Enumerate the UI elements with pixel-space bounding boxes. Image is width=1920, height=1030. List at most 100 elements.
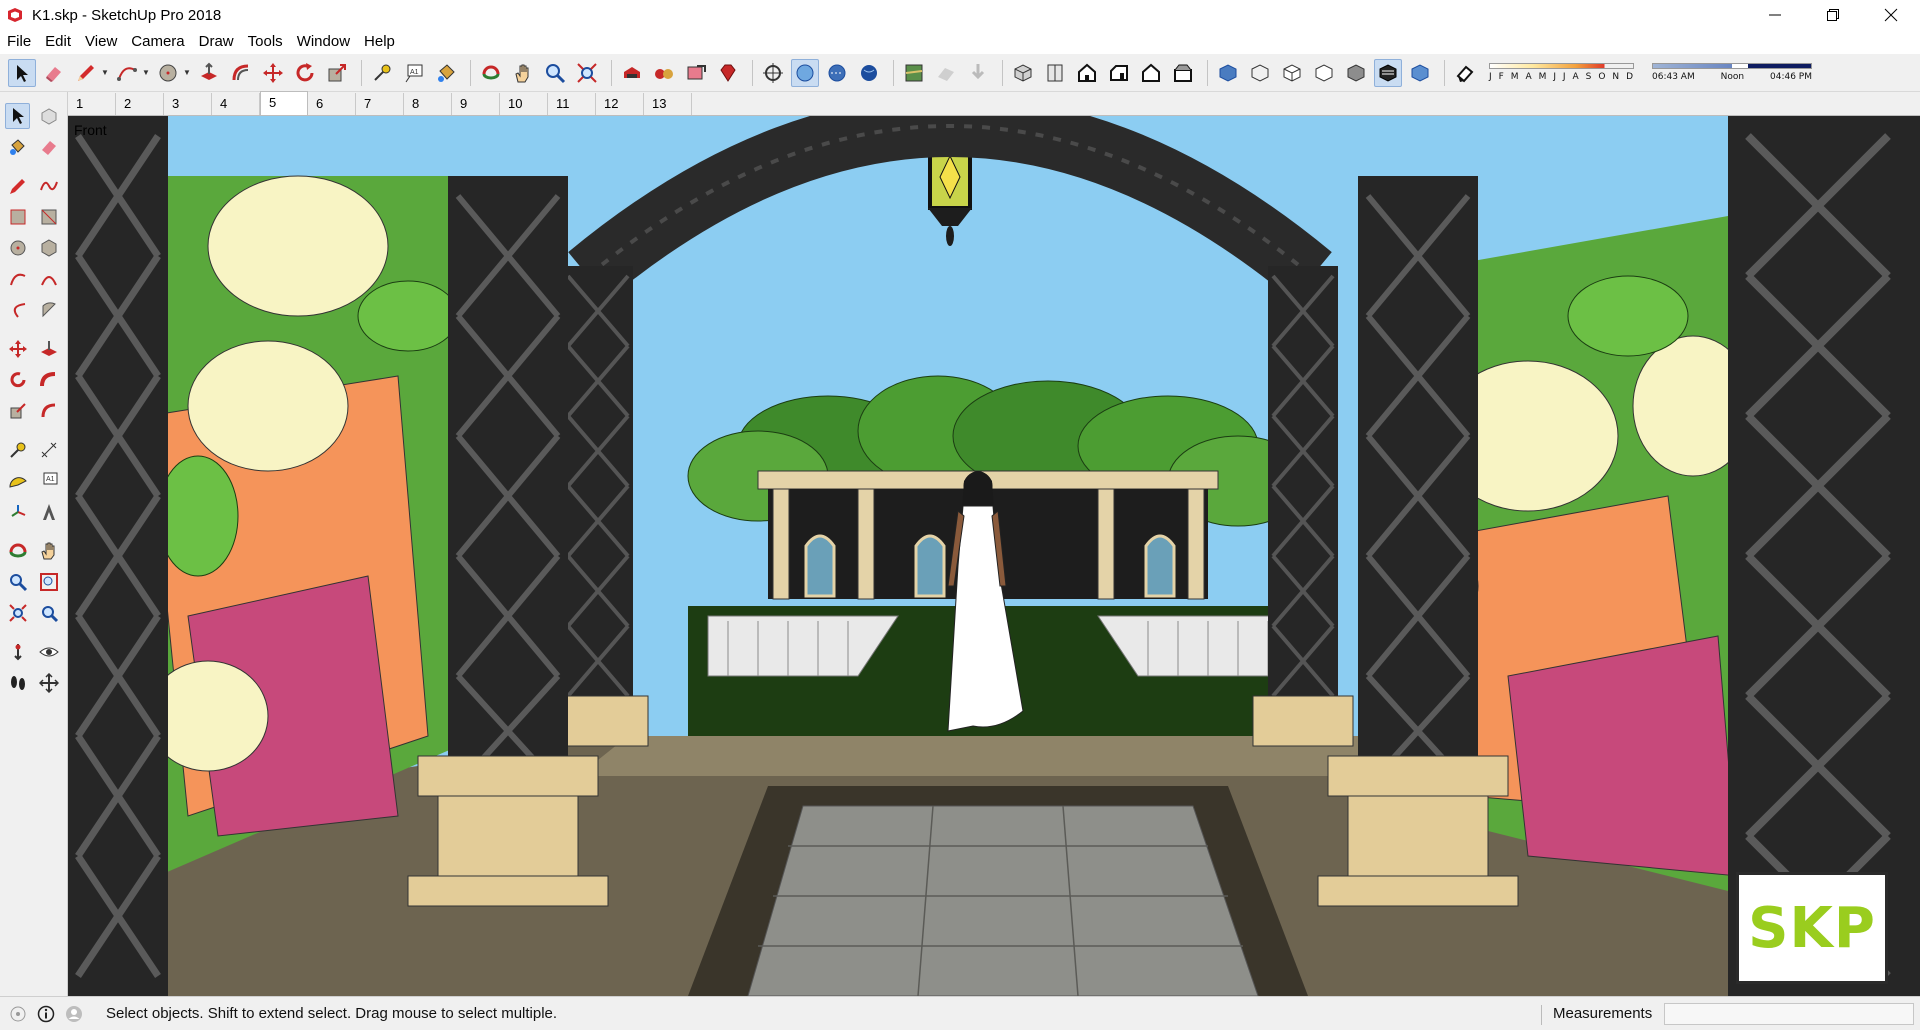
look-around-button[interactable] [36,639,61,665]
arc-tool-button[interactable] [113,59,141,87]
offset-button[interactable] [36,398,61,424]
scene-tab-3[interactable]: 3 [164,93,212,115]
arc-button[interactable] [5,266,30,292]
line-tool-button[interactable] [72,59,100,87]
section-plane-button[interactable] [36,670,61,696]
3d-text-button[interactable] [36,499,61,525]
protractor-button[interactable] [5,468,30,494]
extension-warehouse-button[interactable] [650,59,678,87]
move-button[interactable] [259,59,287,87]
dropdown-arrow-icon[interactable]: ▼ [142,68,150,77]
back-edges-button[interactable] [823,59,851,87]
rectangle-button[interactable] [5,204,30,230]
three-point-arc-button[interactable] [5,297,30,323]
scene-tab-11[interactable]: 11 [548,93,596,115]
zoom-extents-button[interactable] [573,59,601,87]
scene-tab-9[interactable]: 9 [452,93,500,115]
scene-tab-4[interactable]: 4 [212,93,260,115]
position-camera-button[interactable] [759,59,787,87]
photo-textures-button[interactable] [964,59,992,87]
scene-tab-5[interactable]: 5 [260,91,308,115]
monochrome-button[interactable] [1374,58,1402,87]
shaded-textures-button[interactable] [855,59,883,87]
scene-tab-1[interactable]: 1 [68,93,116,115]
iso-view-button[interactable] [1009,59,1037,87]
restore-button[interactable] [1804,0,1862,30]
paint-bucket-button[interactable] [5,134,30,160]
scene-tab-12[interactable]: 12 [596,93,644,115]
select-tool-button[interactable] [5,102,31,129]
zoom-button[interactable] [541,59,569,87]
menu-view[interactable]: View [78,30,124,54]
dropdown-arrow-icon[interactable]: ▼ [101,68,109,77]
section-plane-button[interactable] [1406,59,1434,87]
paint-bucket-button[interactable] [432,59,460,87]
pan-button[interactable] [509,59,537,87]
line-tool-button[interactable] [5,173,30,199]
share-model-button[interactable] [682,59,710,87]
rotate-button[interactable] [5,367,30,393]
polygon-button[interactable] [36,235,61,261]
make-component-button[interactable] [36,103,61,129]
scene-tab-6[interactable]: 6 [308,93,356,115]
tape-measure-button[interactable] [5,437,30,463]
xray-button[interactable] [791,58,819,87]
position-camera-button[interactable] [5,639,30,665]
follow-me-button[interactable] [36,367,61,393]
scene-tab-10[interactable]: 10 [500,93,548,115]
zoom-extents-button[interactable] [5,600,30,626]
account-button[interactable] [64,1004,84,1024]
shadow-date-slider[interactable] [1489,63,1634,69]
push-pull-button[interactable] [195,59,223,87]
select-tool-button[interactable] [8,58,36,87]
shaded-with-textures-button[interactable] [1342,59,1370,87]
scene-tab-8[interactable]: 8 [404,93,452,115]
left-view-button[interactable] [1169,59,1197,87]
rotated-rectangle-button[interactable] [36,204,61,230]
front-view-button[interactable] [1073,59,1101,87]
push-pull-button[interactable] [36,336,61,362]
menu-draw[interactable]: Draw [192,30,241,54]
wireframe-button[interactable] [1246,59,1274,87]
orbit-button[interactable] [5,538,30,564]
scene-tab-7[interactable]: 7 [356,93,404,115]
zoom-button[interactable] [5,569,30,595]
offset-button[interactable] [227,59,255,87]
shadow-toggle-button[interactable] [1451,59,1479,87]
shadow-time-slider[interactable] [1652,63,1812,69]
orbit-button[interactable] [477,59,505,87]
toggle-terrain-button[interactable] [932,59,960,87]
text-tool-button[interactable]: A1 [400,59,428,87]
two-point-arc-button[interactable] [36,266,61,292]
warehouse-button[interactable] [618,59,646,87]
scale-button[interactable] [5,398,30,424]
eraser-tool-button[interactable] [40,59,68,87]
right-view-button[interactable] [1105,59,1133,87]
menu-tools[interactable]: Tools [241,30,290,54]
dropdown-arrow-icon[interactable]: ▼ [183,68,191,77]
geo-location-button[interactable] [8,1004,28,1024]
measurements-input[interactable] [1664,1003,1914,1025]
close-button[interactable] [1862,0,1920,30]
scene-tab-13[interactable]: 13 [644,93,692,115]
menu-camera[interactable]: Camera [124,30,191,54]
xray-style-button[interactable] [1214,59,1242,87]
minimize-button[interactable] [1746,0,1804,30]
menu-edit[interactable]: Edit [38,30,78,54]
tape-measure-button[interactable] [368,59,396,87]
shape-tool-button[interactable] [154,59,182,87]
circle-button[interactable] [5,235,30,261]
pan-button[interactable] [36,538,61,564]
rotate-button[interactable] [291,59,319,87]
hidden-line-button[interactable] [1278,59,1306,87]
credits-button[interactable] [36,1004,56,1024]
scale-button[interactable] [323,59,351,87]
back-view-button[interactable] [1137,59,1165,87]
add-location-button[interactable] [900,59,928,87]
extension-manager-button[interactable] [714,59,742,87]
dimension-button[interactable] [36,437,61,463]
shaded-button[interactable] [1310,59,1338,87]
previous-view-button[interactable] [36,600,61,626]
zoom-window-button[interactable] [36,569,61,595]
menu-file[interactable]: File [0,30,38,54]
